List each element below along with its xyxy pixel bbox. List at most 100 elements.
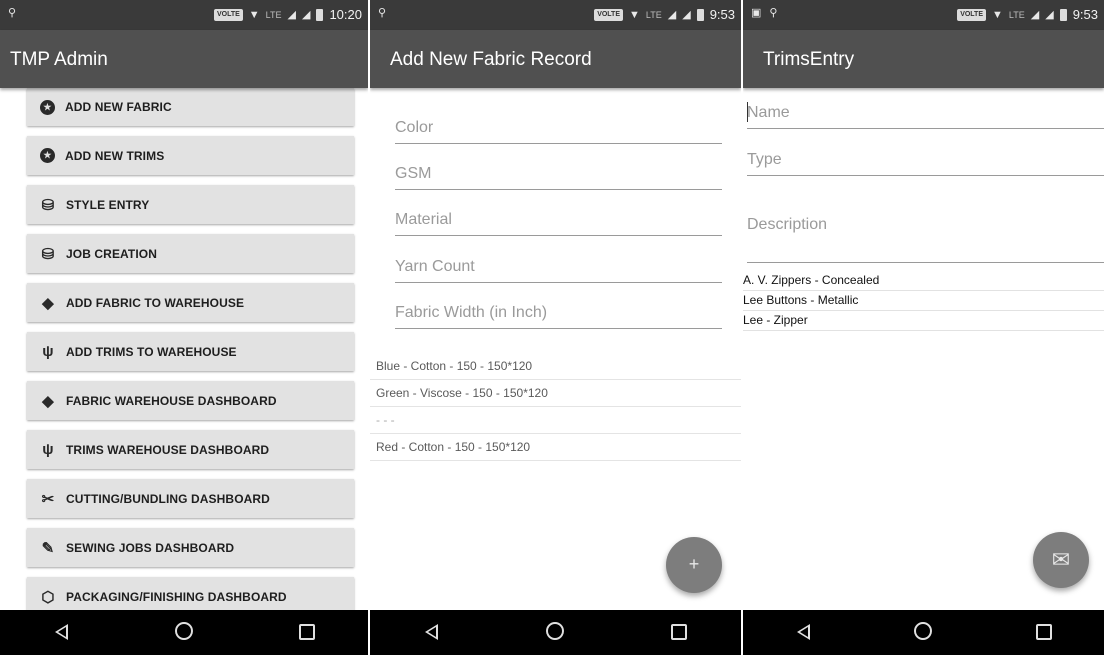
back-icon — [425, 623, 439, 640]
field-placeholder: Description — [747, 216, 828, 233]
status-time: 9:53 — [1072, 7, 1098, 22]
lte-label: LTE — [265, 9, 282, 20]
fabric-record-list: Blue - Cotton - 150 - 150*120 Green - Vi… — [370, 353, 741, 461]
field-placeholder: GSM — [395, 165, 432, 182]
status-bar: ⚲ VOLTE ▼ LTE ◢ ◢ 9:53 — [370, 0, 741, 30]
recents-icon — [671, 623, 688, 640]
list-item[interactable]: Green - Viscose - 150 - 150*120 — [370, 380, 741, 407]
gsm-field[interactable]: GSM — [395, 161, 722, 190]
status-bar: ▣ ⚲ VOLTE ▼ LTE ◢ ◢ 9:53 — [743, 0, 1104, 30]
home-icon — [546, 621, 565, 640]
back-icon — [796, 623, 810, 640]
plus-icon: + — [688, 554, 700, 574]
wifi-icon: ▼ — [629, 8, 640, 21]
home-button[interactable] — [154, 620, 214, 646]
list-item[interactable]: A. V. Zippers - Concealed — [743, 271, 1104, 291]
list-item[interactable]: Lee Buttons - Metallic — [743, 291, 1104, 311]
needle-icon: ✎ — [41, 539, 55, 557]
list-item[interactable]: Blue - Cotton - 150 - 150*120 — [370, 353, 741, 380]
home-icon — [914, 621, 933, 640]
add-trims-to-warehouse-button[interactable]: ψ ADD TRIMS TO WAREHOUSE — [27, 332, 354, 371]
star-circle-icon: ★ — [40, 99, 55, 115]
add-new-trims-button[interactable]: ★ ADD NEW TRIMS — [27, 136, 354, 175]
status-time: 10:20 — [329, 7, 362, 22]
signal-icon-2: ◢ — [1045, 8, 1054, 21]
usb-icon: ψ — [42, 441, 54, 458]
field-placeholder: Type — [747, 151, 782, 168]
fabric-width-field[interactable]: Fabric Width (in Inch) — [395, 300, 722, 329]
signal-icon-2: ◢ — [682, 8, 691, 21]
button-label: ADD NEW TRIMS — [65, 148, 165, 163]
description-field[interactable]: Description — [747, 196, 1104, 263]
color-field[interactable]: Color — [395, 115, 722, 144]
recents-icon — [1035, 623, 1052, 640]
screen-add-fabric: ⚲ VOLTE ▼ LTE ◢ ◢ 9:53 Add New Fabric Re… — [370, 0, 741, 655]
package-icon: ⬡ — [41, 588, 55, 606]
admin-menu: ★ ADD NEW FABRIC ★ ADD NEW TRIMS ⛁ STYLE… — [27, 88, 354, 626]
button-label: ADD NEW FABRIC — [65, 100, 172, 114]
yarn-count-field[interactable]: Yarn Count — [395, 254, 722, 283]
field-placeholder: Name — [747, 104, 790, 121]
nav-bar — [0, 610, 368, 655]
recents-button[interactable] — [649, 620, 709, 646]
job-creation-button[interactable]: ⛁ JOB CREATION — [27, 234, 354, 273]
recents-button[interactable] — [277, 620, 337, 646]
back-button[interactable] — [402, 620, 462, 646]
add-fabric-to-warehouse-button[interactable]: ◆ ADD FABRIC TO WAREHOUSE — [27, 283, 354, 322]
page-title: TrimsEntry — [763, 49, 855, 70]
app-bar: TMP Admin — [0, 30, 368, 88]
signal-icon: ◢ — [667, 8, 677, 21]
add-new-fabric-button[interactable]: ★ ADD NEW FABRIC — [27, 88, 354, 126]
usb-debug-icon: ⚲ — [8, 7, 17, 19]
home-icon — [174, 621, 193, 640]
home-button[interactable] — [893, 620, 953, 646]
page-title: Add New Fabric Record — [390, 49, 592, 70]
field-placeholder: Color — [395, 119, 434, 136]
cutting-bundling-dashboard-button[interactable]: ✂ CUTTING/BUNDLING DASHBOARD — [27, 479, 354, 518]
add-record-fab[interactable]: + — [666, 537, 722, 593]
battery-icon — [1059, 8, 1067, 21]
nav-bar — [370, 610, 741, 655]
usb-icon: ψ — [42, 343, 54, 360]
signal-icon: ◢ — [287, 8, 296, 21]
back-button[interactable] — [773, 620, 833, 646]
usb-debug-icon: ⚲ — [769, 7, 778, 19]
button-label: SEWING JOBS DASHBOARD — [66, 540, 235, 555]
trims-warehouse-dashboard-button[interactable]: ψ TRIMS WAREHOUSE DASHBOARD — [27, 430, 354, 469]
material-field[interactable]: Material — [395, 207, 722, 236]
status-bar: ⚲ VOLTE ▼ LTE ◢ ◢ 10:20 — [0, 0, 368, 30]
volte-badge: VOLTE — [213, 8, 243, 21]
app-bar: Add New Fabric Record — [370, 30, 741, 88]
volte-badge: VOLTE — [957, 8, 987, 21]
button-label: JOB CREATION — [66, 246, 157, 261]
database-plus-icon: ⛁ — [41, 245, 55, 263]
home-button[interactable] — [525, 620, 585, 646]
dropbox-icon: ◆ — [42, 294, 54, 312]
battery-icon — [316, 8, 324, 21]
sewing-jobs-dashboard-button[interactable]: ✎ SEWING JOBS DASHBOARD — [27, 528, 354, 567]
back-button[interactable] — [31, 620, 91, 646]
signal-icon-2: ◢ — [301, 8, 311, 21]
lte-label: LTE — [645, 9, 662, 20]
button-label: PACKAGING/FINISHING DASHBOARD — [66, 589, 287, 604]
field-placeholder: Yarn Count — [395, 258, 475, 275]
nav-bar — [743, 610, 1104, 655]
volte-badge: VOLTE — [594, 8, 624, 21]
button-label: ADD TRIMS TO WAREHOUSE — [66, 344, 237, 359]
back-icon — [54, 623, 68, 640]
recents-button[interactable] — [1014, 620, 1074, 646]
type-field[interactable]: Type — [747, 147, 1104, 176]
recents-icon — [298, 623, 315, 640]
fabric-warehouse-dashboard-button[interactable]: ◆ FABRIC WAREHOUSE DASHBOARD — [27, 381, 354, 420]
list-item[interactable]: Red - Cotton - 150 - 150*120 — [370, 434, 741, 461]
list-item[interactable]: - - - — [370, 407, 741, 434]
trims-list: A. V. Zippers - Concealed Lee Buttons - … — [743, 271, 1104, 331]
star-circle-icon: ★ — [40, 148, 55, 163]
signal-icon: ◢ — [1030, 8, 1040, 21]
name-field[interactable]: Name — [747, 100, 1104, 129]
send-fab[interactable]: ✉ — [1033, 532, 1089, 588]
mail-icon: ✉ — [1051, 547, 1071, 572]
style-entry-button[interactable]: ⛁ STYLE ENTRY — [27, 185, 354, 224]
list-item[interactable]: Lee - Zipper — [743, 311, 1104, 331]
button-label: ADD FABRIC TO WAREHOUSE — [66, 295, 245, 310]
